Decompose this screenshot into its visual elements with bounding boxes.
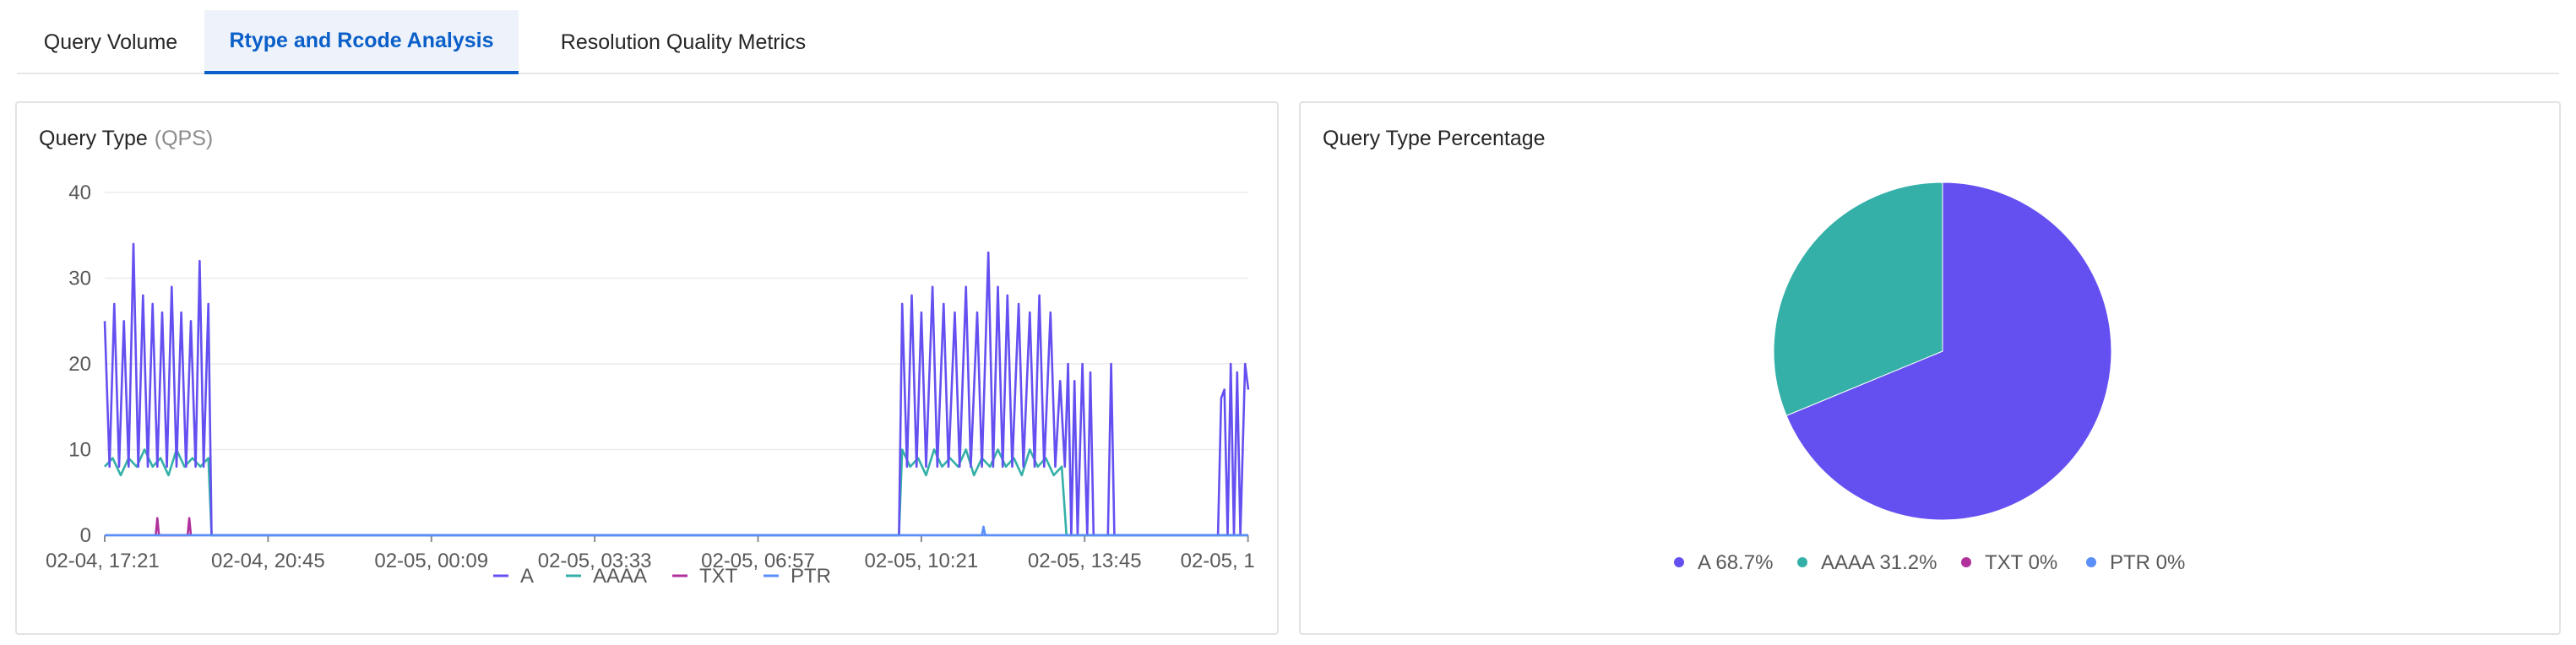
y-tick-label: 40: [68, 182, 91, 204]
query-type-panel: Query Type (QPS) 0 10 20 30 40 02-04, 17:21 02-…: [15, 101, 1279, 635]
query-type-line-chart[interactable]: 0 10 20 30 40 02-04, 17:21 02-04, 20:45 02-05, …: [17, 103, 1280, 637]
y-tick-label: 0: [80, 524, 91, 547]
query-type-percentage-panel: Query Type Percentage A 68.7% AAAA 31.2% T…: [1299, 101, 2561, 635]
x-tick-label: 02-04, 20:45: [211, 550, 325, 572]
query-type-pie-chart[interactable]: A 68.7% AAAA 31.2% TXT 0% PTR 0%: [1301, 103, 2562, 637]
y-tick-label: 20: [68, 353, 91, 376]
pie-legend-label-aaaa[interactable]: AAAA 31.2%: [1821, 551, 1937, 574]
legend-label-a[interactable]: A: [520, 565, 534, 588]
y-tick-label: 10: [68, 439, 91, 462]
y-tick-label: 30: [68, 268, 91, 290]
tab-bar: Query Volume Rtype and Rcode Analysis Re…: [17, 0, 2559, 74]
tab-query-volume[interactable]: Query Volume: [17, 10, 204, 74]
x-tick-label: 02-05, 00:09: [374, 550, 488, 572]
pie-legend-label-txt[interactable]: TXT 0%: [1985, 551, 2057, 574]
pie-legend-dot-a[interactable]: [1674, 557, 1684, 567]
x-tick-label: 02-05, 10:21: [864, 550, 978, 572]
x-tick-label: 02-05, 1: [1181, 550, 1255, 572]
x-tick-label: 02-04, 17:21: [46, 550, 160, 572]
pie-legend-dot-ptr[interactable]: [2086, 557, 2096, 567]
series-line-txt[interactable]: [155, 517, 193, 537]
pie-legend-dot-txt[interactable]: [1961, 557, 1971, 567]
x-tick-label: 02-05, 13:45: [1028, 550, 1142, 572]
series-line-a[interactable]: [103, 242, 1250, 537]
pie-legend-label-ptr[interactable]: PTR 0%: [2110, 551, 2185, 574]
tab-resolution-quality-metrics[interactable]: Resolution Quality Metrics: [519, 10, 848, 74]
pie-legend-dot-aaaa[interactable]: [1797, 557, 1807, 567]
legend-label-txt[interactable]: TXT: [699, 565, 738, 588]
pie-legend-label-a[interactable]: A 68.7%: [1698, 551, 1773, 574]
legend-label-ptr[interactable]: PTR: [791, 565, 831, 588]
legend-label-aaaa[interactable]: AAAA: [593, 565, 647, 588]
tab-rtype-rcode-analysis[interactable]: Rtype and Rcode Analysis: [204, 10, 519, 74]
